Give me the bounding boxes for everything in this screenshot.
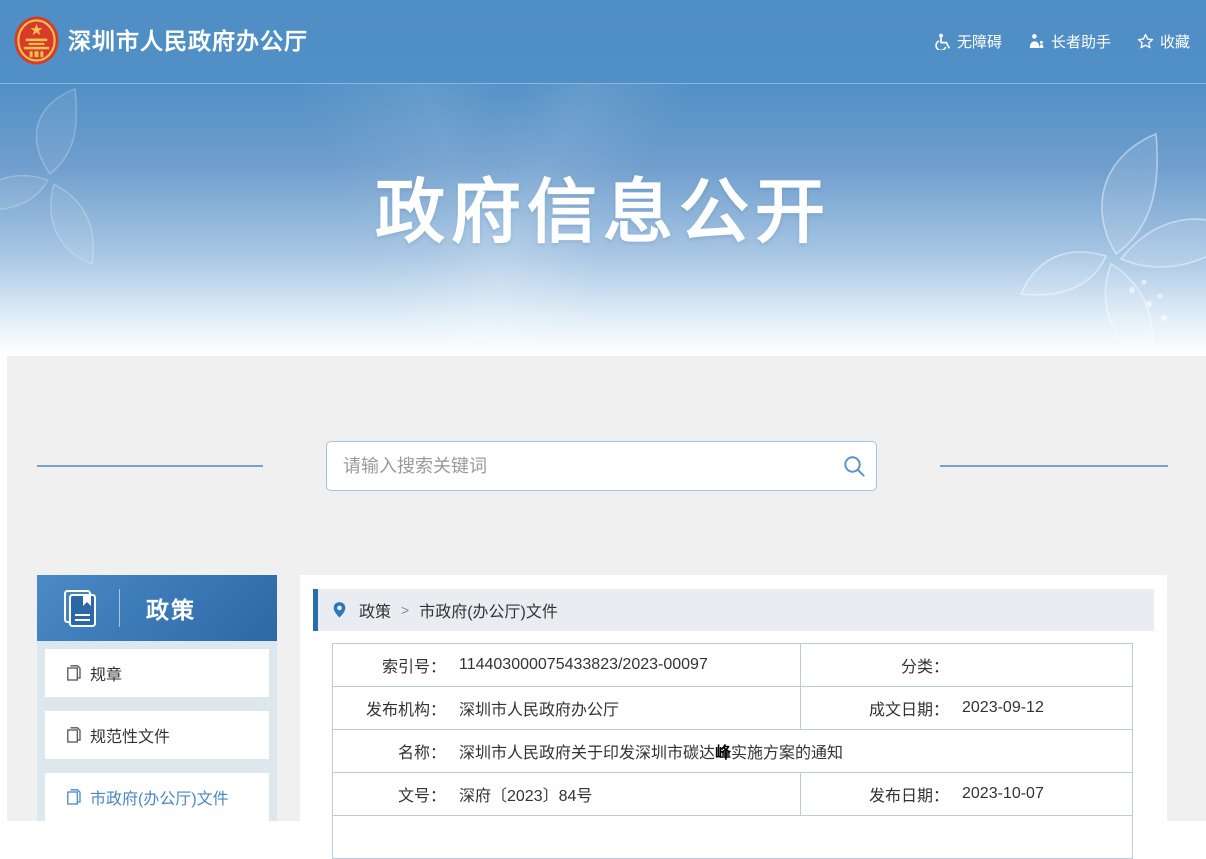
favorite-link[interactable]: 收藏	[1137, 31, 1190, 52]
publisher-value: 深圳市人民政府办公厅	[459, 696, 619, 720]
site-title: 深圳市人民政府办公厅	[68, 0, 308, 83]
main-content-panel: 政策 > 市政府(办公厅)文件 索引号： 114403000075433823/…	[300, 575, 1167, 821]
breadcrumb-root[interactable]: 政策	[359, 598, 391, 622]
search-input[interactable]	[327, 456, 832, 477]
accessibility-label: 无障碍	[957, 31, 1002, 52]
table-row-name: 名称： 深圳市人民政府关于印发深圳市碳达峰实施方案的通知	[333, 730, 1132, 773]
document-info-table: 索引号： 114403000075433823/2023-00097 分类： 发…	[332, 643, 1133, 859]
favorite-label: 收藏	[1160, 31, 1190, 52]
sidebar-item-label: 规范性文件	[90, 723, 170, 747]
sidebar-item-municipal-documents[interactable]: 市政府(办公厅)文件	[45, 773, 269, 821]
breadcrumb-separator: >	[401, 602, 409, 618]
sidebar-header-divider	[119, 589, 120, 627]
page-title: 政府信息公开	[0, 156, 1206, 257]
written-date-label: 成文日期：	[801, 696, 949, 720]
category-label: 分类：	[801, 653, 949, 677]
decorative-line-left	[37, 465, 263, 467]
search-icon	[843, 455, 866, 478]
policy-sidebar: 政策 规章 规范性文件 市政府(办公厅)文件	[37, 575, 277, 821]
category-cell: 分类：	[800, 644, 1132, 686]
sidebar-item-label: 市政府(办公厅)文件	[90, 785, 229, 809]
name-cell: 名称： 深圳市人民政府关于印发深圳市碳达峰实施方案的通知	[333, 730, 1132, 772]
breadcrumb: 政策 > 市政府(办公厅)文件	[313, 589, 1154, 631]
sidebar-title: 政策	[146, 591, 196, 625]
publisher-cell: 发布机构： 深圳市人民政府办公厅	[333, 687, 800, 729]
document-icon	[67, 789, 81, 805]
breadcrumb-current: 市政府(办公厅)文件	[419, 598, 558, 622]
table-row-publisher: 发布机构： 深圳市人民政府办公厅 成文日期： 2023-09-12	[333, 687, 1132, 730]
sidebar-header: 政策	[37, 575, 277, 641]
table-row-partial	[333, 816, 1132, 858]
elder-assistant-label: 长者助手	[1051, 31, 1111, 52]
table-row-index: 索引号： 114403000075433823/2023-00097 分类：	[333, 644, 1132, 687]
index-cell: 索引号： 114403000075433823/2023-00097	[333, 644, 800, 686]
index-label: 索引号：	[333, 653, 446, 677]
wheelchair-icon	[934, 33, 951, 50]
location-pin-icon	[332, 600, 347, 620]
decorative-line-right	[940, 465, 1168, 467]
name-label: 名称：	[333, 739, 446, 763]
publisher-label: 发布机构：	[333, 696, 446, 720]
sidebar-item-normative-documents[interactable]: 规范性文件	[45, 711, 269, 759]
national-emblem-logo	[13, 15, 60, 68]
page-banner: 政府信息公开	[0, 84, 1206, 356]
sidebar-item-regulations[interactable]: 规章	[45, 649, 269, 697]
table-row-number: 文号： 深府〔2023〕84号 发布日期： 2023-10-07	[333, 773, 1132, 816]
highlighted-keyword: 峰	[715, 745, 731, 762]
accessibility-link[interactable]: 无障碍	[934, 31, 1002, 52]
index-value: 114403000075433823/2023-00097	[459, 656, 708, 674]
search-bar	[326, 441, 877, 491]
partial-cell	[333, 816, 1132, 858]
publish-date-cell: 发布日期： 2023-10-07	[800, 773, 1132, 815]
doc-number-value: 深府〔2023〕84号	[459, 782, 592, 806]
search-button[interactable]	[832, 442, 876, 490]
top-utility-links: 无障碍 长者助手 收藏	[934, 0, 1190, 83]
doc-number-label: 文号：	[333, 782, 446, 806]
elder-assistant-link[interactable]: 长者助手	[1028, 31, 1111, 52]
elder-person-icon	[1028, 33, 1045, 50]
doc-number-cell: 文号： 深府〔2023〕84号	[333, 773, 800, 815]
written-date-cell: 成文日期： 2023-09-12	[800, 687, 1132, 729]
document-icon	[67, 727, 81, 743]
sidebar-item-label: 规章	[90, 661, 122, 685]
written-date-value: 2023-09-12	[962, 699, 1044, 717]
publish-date-value: 2023-10-07	[962, 785, 1044, 803]
document-name: 深圳市人民政府关于印发深圳市碳达峰实施方案的通知	[459, 739, 843, 763]
publish-date-label: 发布日期：	[801, 782, 949, 806]
book-icon	[59, 587, 101, 629]
star-icon	[1137, 33, 1154, 50]
top-header-bar: 深圳市人民政府办公厅 无障碍 长者助手 收藏	[0, 0, 1206, 84]
document-icon	[67, 665, 81, 681]
